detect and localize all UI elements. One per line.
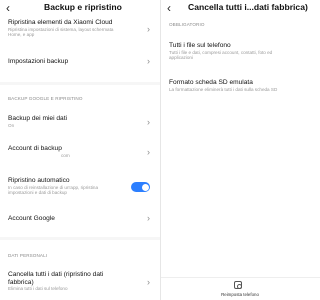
section-separator <box>0 82 160 85</box>
chevron-right-icon: › <box>147 117 150 127</box>
all-phone-files-desc-line2: applicazioni <box>169 55 194 61</box>
restore-xiaomi-cloud-desc-line2: Home, e app <box>8 32 35 38</box>
reset-phone-button-label[interactable]: Reimposta telefono <box>218 292 262 297</box>
auto-restore-item[interactable]: Ripristino automatico In caso di reinsta… <box>8 177 152 196</box>
chevron-right-icon: › <box>147 277 150 287</box>
toggle-knob <box>141 183 149 191</box>
google-account-item[interactable]: Account Google › <box>8 213 152 223</box>
chevron-right-icon: › <box>147 24 150 34</box>
backup-my-data-status: On <box>8 122 15 128</box>
back-icon[interactable]: ‹ <box>167 1 171 15</box>
section-header-required: OBBLIGATORIO <box>169 22 205 27</box>
section-header-google: BACKUP GOOGLE E RIPRISTINO <box>8 96 83 101</box>
auto-restore-toggle[interactable] <box>131 182 150 192</box>
chevron-right-icon: › <box>147 147 150 157</box>
chevron-right-icon: › <box>147 56 150 66</box>
header: ‹ Backup e ripristino <box>0 0 160 16</box>
restore-xiaomi-cloud-item[interactable]: Ripristina elementi da Xiaomi Cloud Ripr… <box>8 19 152 38</box>
chevron-right-icon: › <box>147 213 150 223</box>
factory-reset-screen: ‹ Cancella tutti i...dati fabbrica) OBBL… <box>161 0 320 300</box>
emulated-sd-format-item: Formato scheda SD emulata La formattazio… <box>169 79 312 92</box>
emulated-sd-format-desc: La formattazione eliminerà tutti i dati … <box>169 86 278 92</box>
all-phone-files-label: Tutti i file sul telefono <box>169 42 231 49</box>
backup-my-data-label: Backup dei miei dati <box>8 115 68 122</box>
emulated-sd-format-label: Formato scheda SD emulata <box>169 79 253 86</box>
section-header-personal: DATI PERSONALI <box>8 253 48 258</box>
factory-reset-desc: Elimina tutti i dati sul telefono <box>8 286 68 291</box>
back-icon[interactable]: ‹ <box>6 1 10 15</box>
reset-phone-icon[interactable] <box>234 281 242 289</box>
backup-my-data-item[interactable]: Backup dei miei dati On › <box>8 115 152 128</box>
factory-reset-label-line2: fabbrica) <box>8 278 34 286</box>
backup-account-email: com <box>61 152 70 158</box>
restore-xiaomi-cloud-label: Ripristina elementi da Xiaomi Cloud <box>8 19 113 26</box>
factory-reset-label-line1: Cancella tutti i dati (ripristino dati <box>8 271 104 278</box>
backup-account-label: Account di backup <box>8 145 62 152</box>
section-separator <box>0 237 160 240</box>
backup-settings-label: Impostazioni backup <box>8 58 69 65</box>
auto-restore-label: Ripristino automatico <box>8 177 70 184</box>
page-title: Cancella tutti i...dati fabbrica) <box>188 2 308 12</box>
all-phone-files-item: Tutti i file sul telefono Tutti i file e… <box>169 42 312 61</box>
backup-settings-item[interactable]: Impostazioni backup › <box>8 56 152 66</box>
factory-reset-item[interactable]: Cancella tutti i dati (ripristino dati f… <box>8 271 152 292</box>
auto-restore-desc-line2: impostazioni e dati di backup <box>8 190 67 196</box>
backup-account-item[interactable]: Account di backup com › <box>8 145 152 158</box>
google-account-label: Account Google <box>8 215 55 222</box>
backup-settings-screen: ‹ Backup e ripristino Ripristina element… <box>0 0 160 300</box>
page-title: Backup e ripristino <box>44 2 122 12</box>
footer-divider <box>161 277 320 278</box>
header: ‹ Cancella tutti i...dati fabbrica) <box>161 0 320 16</box>
